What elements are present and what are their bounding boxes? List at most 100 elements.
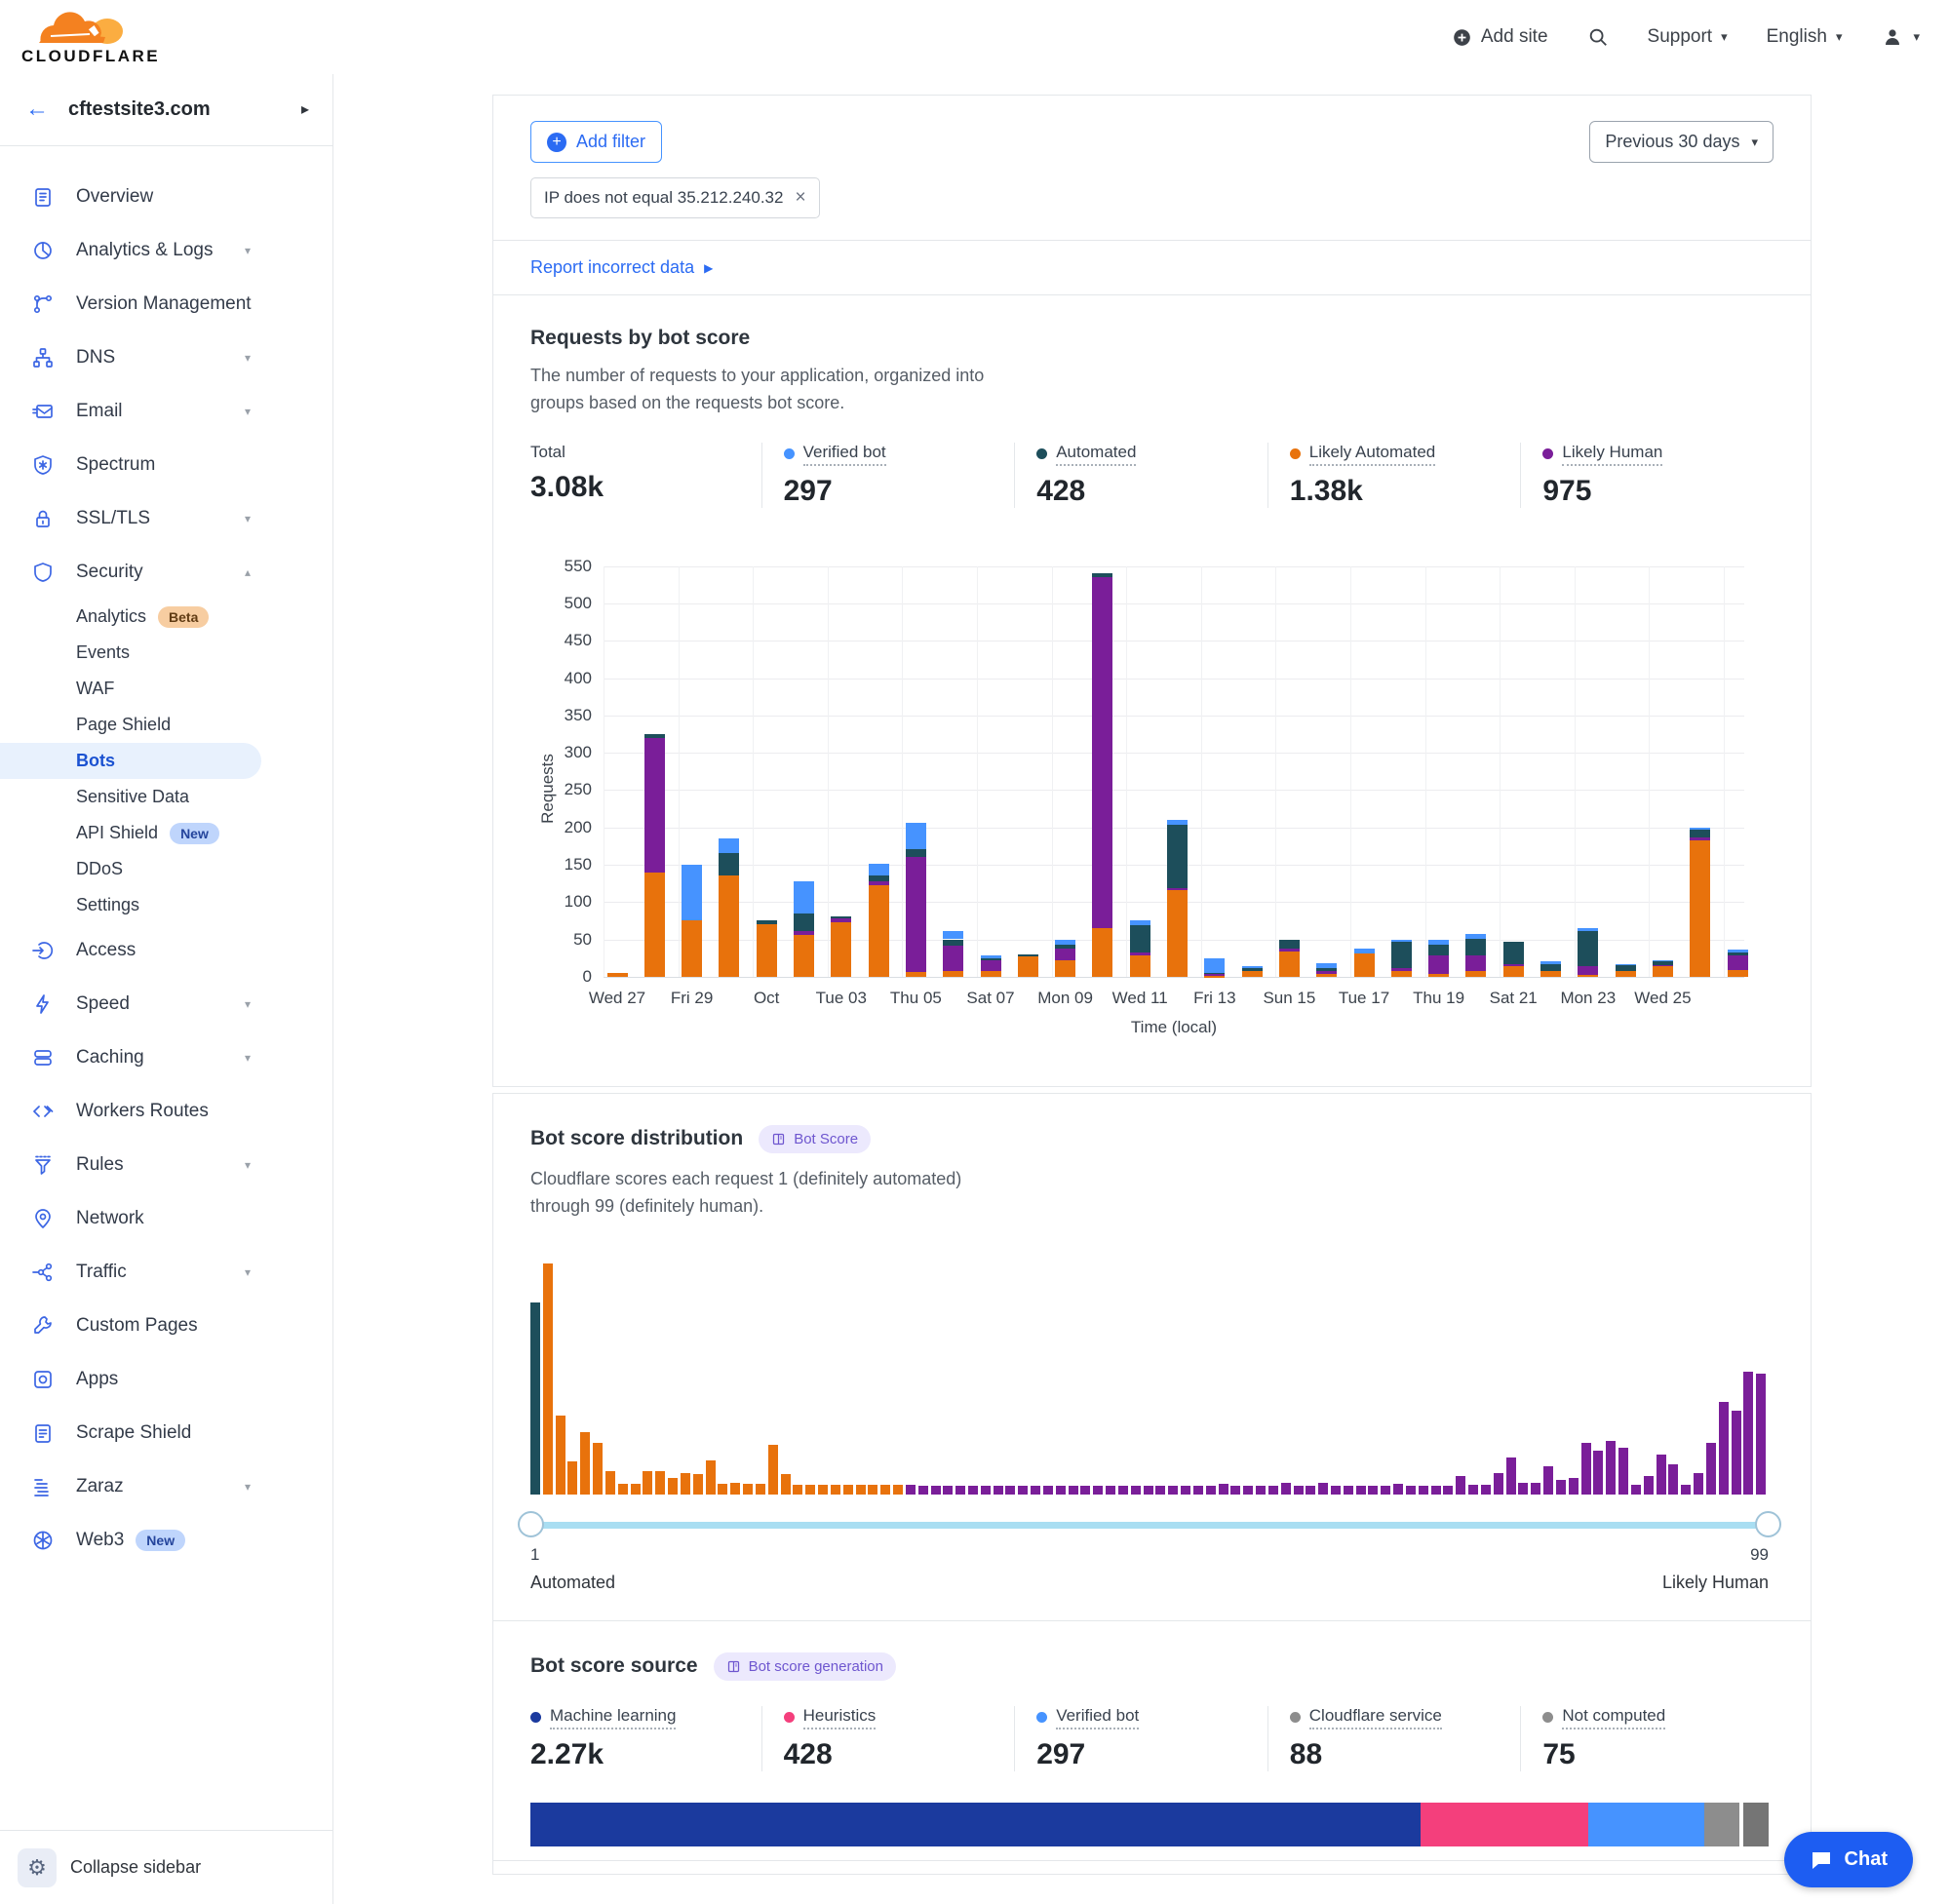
- site-switcher-caret-icon[interactable]: ▸: [301, 99, 309, 119]
- sidebar-item-zaraz[interactable]: Zaraz▾: [0, 1459, 332, 1513]
- arrow-right-icon: ▶: [704, 261, 713, 275]
- gridline: [604, 977, 1744, 978]
- sidebar-item-email[interactable]: Email▾: [0, 384, 332, 438]
- stat-label[interactable]: Cloudflare service: [1309, 1706, 1442, 1729]
- stat-label[interactable]: Machine learning: [550, 1706, 676, 1729]
- chevron-down-icon: ▾: [245, 244, 251, 257]
- sidebar-item-rules[interactable]: Rules▾: [0, 1138, 332, 1191]
- sidebar-item-overview[interactable]: Overview: [0, 170, 332, 223]
- search-button[interactable]: [1587, 26, 1609, 48]
- sidebar-item-sensitive-data[interactable]: Sensitive Data: [0, 779, 332, 815]
- collapse-sidebar-button[interactable]: Collapse sidebar: [70, 1857, 201, 1878]
- sidebar-item-bots[interactable]: Bots: [0, 743, 261, 779]
- sidebar-item-caching[interactable]: Caching▾: [0, 1030, 332, 1084]
- histogram-bar: [1631, 1485, 1641, 1494]
- chat-button[interactable]: Chat: [1784, 1832, 1913, 1887]
- scrape-shield-icon: [31, 1421, 55, 1445]
- support-menu[interactable]: Support ▾: [1648, 26, 1728, 48]
- histogram-bar: [1106, 1486, 1115, 1494]
- back-arrow-icon[interactable]: ←: [25, 96, 49, 123]
- stat-label[interactable]: Verified bot: [1056, 1706, 1139, 1729]
- sidebar-item-dns[interactable]: DNS▾: [0, 330, 332, 384]
- histogram-bar: [843, 1485, 853, 1494]
- stat-label[interactable]: Likely Automated: [1309, 443, 1435, 466]
- stat-label[interactable]: Not computed: [1562, 1706, 1665, 1729]
- sidebar-item-version-management[interactable]: Version Management: [0, 277, 332, 330]
- sidebar-item-settings[interactable]: Settings: [0, 887, 332, 923]
- date-range-dropdown[interactable]: Previous 30 days ▾: [1589, 121, 1774, 163]
- filter-chip: IP does not equal 35.212.240.32 ×: [530, 177, 820, 218]
- histogram-bar: [893, 1485, 903, 1494]
- histogram-bar: [1593, 1451, 1603, 1495]
- sidebar-item-spectrum[interactable]: Spectrum: [0, 438, 332, 491]
- bot-score-generation-badge[interactable]: Bot score generation: [714, 1652, 896, 1681]
- sidebar-item-scrape-shield[interactable]: Scrape Shield: [0, 1406, 332, 1459]
- sidebar-item-network[interactable]: Network: [0, 1191, 332, 1245]
- sidebar-item-label: Rules: [76, 1154, 124, 1176]
- source-segment-machine-learning: [530, 1803, 1421, 1846]
- histogram-bar: [1657, 1455, 1666, 1494]
- sidebar-item-waf[interactable]: WAF: [0, 671, 332, 707]
- web3-icon: [31, 1529, 55, 1552]
- bar-segment-likely-automated: [943, 971, 963, 977]
- bar-segment-likely-human: [1055, 949, 1075, 960]
- sidebar-item-workers-routes[interactable]: Workers Routes: [0, 1084, 332, 1138]
- stat-label[interactable]: Heuristics: [803, 1706, 877, 1729]
- slider-track[interactable]: [530, 1522, 1769, 1529]
- stat-label[interactable]: Likely Human: [1562, 443, 1662, 466]
- sidebar-item-access[interactable]: Access: [0, 923, 332, 977]
- close-icon[interactable]: ×: [795, 187, 805, 209]
- bot-score-badge[interactable]: Bot Score: [759, 1125, 871, 1153]
- histogram-bar: [718, 1484, 727, 1495]
- add-filter-button[interactable]: + Add filter: [530, 121, 662, 163]
- report-incorrect-data-link[interactable]: Report incorrect data ▶: [493, 241, 1811, 294]
- sidebar-item-traffic[interactable]: Traffic▾: [0, 1245, 332, 1299]
- x-axis-tick: Tue 03: [816, 989, 867, 1008]
- histogram-bar: [643, 1471, 652, 1495]
- sidebar-item-page-shield[interactable]: Page Shield: [0, 707, 332, 743]
- sidebar-item-apps[interactable]: Apps: [0, 1352, 332, 1406]
- sidebar-item-speed[interactable]: Speed▾: [0, 977, 332, 1030]
- sidebar-item-security[interactable]: Security▴: [0, 545, 332, 599]
- histogram-bar: [918, 1486, 928, 1494]
- sidebar-item-analytics[interactable]: AnalyticsBeta: [0, 599, 332, 635]
- histogram-bar: [1569, 1478, 1579, 1495]
- bar-segment-likely-automated: [1503, 966, 1524, 977]
- gridline: [604, 790, 1744, 791]
- sidebar-item-ddos[interactable]: DDoS: [0, 851, 332, 887]
- sidebar-item-analytics-logs[interactable]: Analytics & Logs▾: [0, 223, 332, 277]
- histogram-bar: [1518, 1483, 1528, 1495]
- histogram-bar: [1118, 1486, 1128, 1494]
- language-menu[interactable]: English ▾: [1767, 26, 1843, 48]
- bar-segment-automated: [1728, 952, 1748, 955]
- bar-segment-verified-bot: [906, 823, 926, 849]
- sidebar-item-ssl-tls[interactable]: SSL/TLS▾: [0, 491, 332, 545]
- histogram-bar: [1069, 1486, 1078, 1494]
- slider-handle-max[interactable]: [1755, 1511, 1781, 1537]
- slider-handle-min[interactable]: [518, 1511, 544, 1537]
- bar-segment-verified-bot: [794, 881, 814, 914]
- histogram-bar: [1294, 1486, 1304, 1494]
- bar-segment-automated: [1428, 945, 1449, 955]
- spectrum-icon: [31, 453, 55, 477]
- settings-gear-button[interactable]: ⚙: [18, 1848, 57, 1887]
- sidebar-item-api-shield[interactable]: API ShieldNew: [0, 815, 332, 851]
- x-axis-tick: Fri 29: [671, 989, 713, 1008]
- stat-label[interactable]: Verified bot: [803, 443, 886, 466]
- sidebar-item-custom-pages[interactable]: Custom Pages: [0, 1299, 332, 1352]
- sidebar-item-events[interactable]: Events: [0, 635, 332, 671]
- stat-label[interactable]: Automated: [1056, 443, 1136, 466]
- automated-label: Automated: [530, 1573, 615, 1593]
- add-site-button[interactable]: Add site: [1452, 26, 1548, 48]
- histogram-bar: [1756, 1374, 1766, 1494]
- histogram-bar: [756, 1484, 765, 1495]
- sidebar-item-web3[interactable]: Web3New: [0, 1513, 332, 1567]
- histogram-bar: [955, 1486, 965, 1494]
- bar-segment-automated: [1018, 954, 1038, 956]
- gridline: [604, 603, 1744, 604]
- account-menu[interactable]: ▾: [1881, 25, 1920, 49]
- sidebar-item-label: Settings: [76, 895, 139, 915]
- main-content: + Add filter Previous 30 days ▾ IP does …: [333, 74, 1949, 1904]
- bar-segment-likely-automated: [1578, 975, 1598, 977]
- gridline: [1575, 566, 1576, 977]
